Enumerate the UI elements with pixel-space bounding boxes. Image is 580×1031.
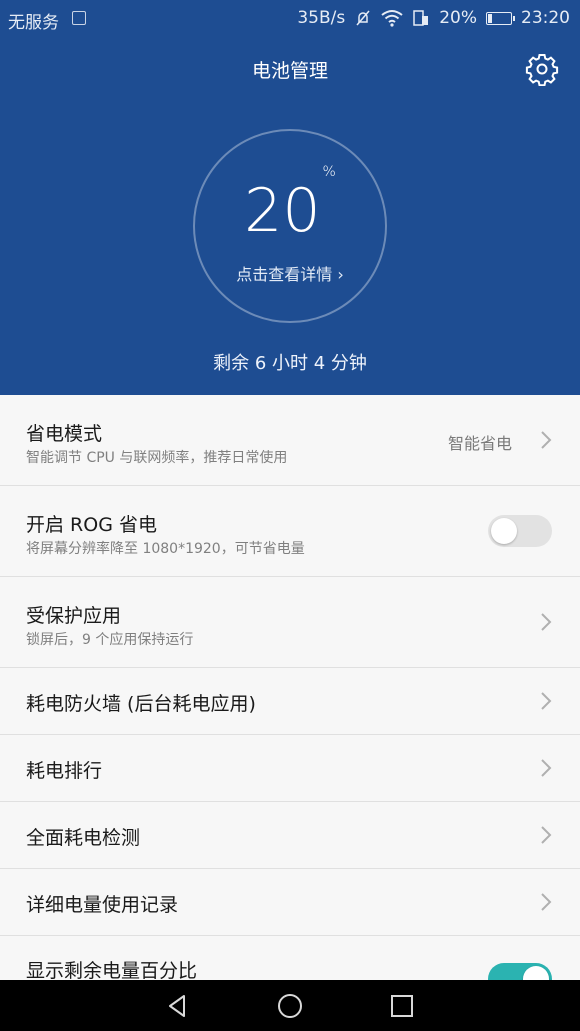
list-item-subtitle: 将屏幕分辨率降至 1080*1920，可节省电量 xyxy=(26,541,305,557)
chevron-right-icon xyxy=(541,759,552,777)
list-item-title: 开启 ROG 省电 xyxy=(26,514,157,536)
home-icon[interactable] xyxy=(276,992,304,1020)
navigation-bar xyxy=(0,980,580,1031)
rog-toggle[interactable] xyxy=(488,515,552,547)
list-item-show-battery-percentage[interactable]: 显示剩余电量百分比 xyxy=(0,936,580,980)
list-item-power-ranking[interactable]: 耗电排行 xyxy=(0,735,580,802)
battery-saver-icon xyxy=(413,10,429,26)
list-item-title: 详细电量使用记录 xyxy=(26,894,179,916)
back-icon[interactable] xyxy=(164,992,192,1020)
list-item-power-firewall[interactable]: 耗电防火墙 (后台耗电应用) xyxy=(0,668,580,735)
list-item-power-saving-mode[interactable]: 省电模式 智能调节 CPU 与联网频率，推荐日常使用 智能省电 xyxy=(0,395,580,486)
power-mode-value: 智能省电 xyxy=(447,434,512,453)
list-item-title: 显示剩余电量百分比 xyxy=(26,960,198,980)
list-item-subtitle: 锁屏后，9 个应用保持运行 xyxy=(26,632,194,648)
gear-icon[interactable] xyxy=(525,52,559,86)
list-item-title: 耗电排行 xyxy=(26,760,103,782)
remaining-time: 剩余 6 小时 4 分钟 xyxy=(213,353,367,374)
silent-icon xyxy=(356,10,370,26)
chevron-right-icon xyxy=(541,692,552,710)
chevron-right-icon xyxy=(541,893,552,911)
sim-card-icon xyxy=(72,11,86,25)
carrier-text: 无服务 xyxy=(8,13,59,33)
settings-list: 省电模式 智能调节 CPU 与联网频率，推荐日常使用 智能省电 开启 ROG 省… xyxy=(0,395,580,980)
list-item-protected-apps[interactable]: 受保护应用 锁屏后，9 个应用保持运行 xyxy=(0,577,580,668)
list-item-subtitle: 智能调节 CPU 与联网频率，推荐日常使用 xyxy=(26,450,288,466)
list-item-title: 受保护应用 xyxy=(26,605,122,627)
battery-level-ring[interactable]: 20% 点击查看详情 › xyxy=(193,129,387,323)
recents-icon[interactable] xyxy=(388,992,416,1020)
list-item-rog-power-saving[interactable]: 开启 ROG 省电 将屏幕分辨率降至 1080*1920，可节省电量 xyxy=(0,486,580,577)
battery-header: 电池管理 20% 点击查看详情 › 剩余 6 小时 4 分钟 xyxy=(0,36,580,395)
chevron-right-icon xyxy=(541,613,552,631)
battery-percent-text: 20% xyxy=(439,8,477,28)
battery-percent-display: 20% xyxy=(244,164,336,246)
list-item-title: 全面耗电检测 xyxy=(26,827,141,849)
page-title: 电池管理 xyxy=(251,60,328,82)
list-item-title: 省电模式 xyxy=(26,423,103,445)
status-bar: 无服务 35B/s 20% 23:20 xyxy=(0,0,580,36)
list-item-usage-records[interactable]: 详细电量使用记录 xyxy=(0,869,580,936)
chevron-right-icon xyxy=(541,826,552,844)
list-item-title: 耗电防火墙 (后台耗电应用) xyxy=(26,693,256,715)
clock: 23:20 xyxy=(521,8,570,28)
battery-percentage-toggle[interactable] xyxy=(488,963,552,980)
view-details-link[interactable]: 点击查看详情 › xyxy=(195,261,385,285)
battery-icon xyxy=(486,11,515,25)
wifi-icon xyxy=(381,10,403,27)
network-speed: 35B/s xyxy=(297,8,346,28)
list-item-full-power-check[interactable]: 全面耗电检测 xyxy=(0,802,580,869)
chevron-right-icon xyxy=(541,431,552,449)
